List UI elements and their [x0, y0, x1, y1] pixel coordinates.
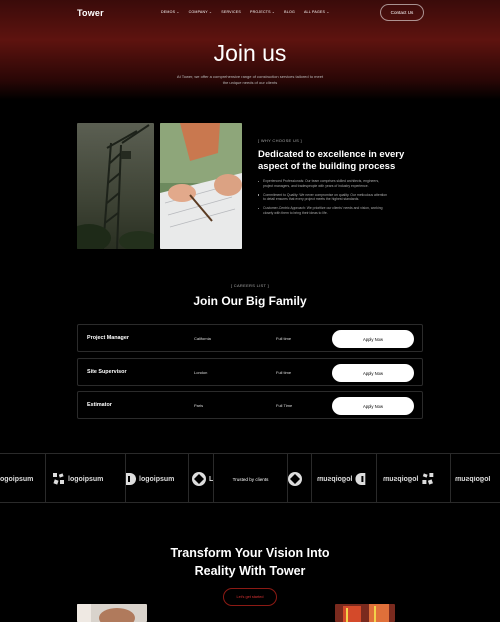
job-row-site-supervisor: Site Supervisor London Full time Apply N… [77, 358, 423, 386]
client-logo: L [192, 454, 213, 502]
get-started-button[interactable]: Let's get started [223, 588, 277, 606]
client-logo [288, 454, 302, 502]
d-shape-logo-icon [355, 473, 366, 485]
logo-wordmark: logoipsum [0, 475, 34, 483]
nav-item-demos[interactable]: DEMOS ⌄ [161, 10, 180, 14]
top-nav: Tower DEMOS ⌄ COMPANY ⌄ SERVICES PROJECT… [0, 0, 500, 26]
trusted-by-clients-badge: Trusted by clients [213, 454, 288, 502]
nav-item-services[interactable]: SERVICES [221, 10, 241, 14]
client-logo: logoipsum [317, 454, 366, 502]
client-logo: logoipsum [383, 454, 434, 502]
grid-logo-icon [422, 473, 434, 485]
cta-title: Transform Your Vision Into Reality With … [170, 546, 330, 578]
grid-logo-icon [53, 473, 64, 485]
divider [188, 454, 189, 502]
nav-item-all-pages[interactable]: ALL PAGES ⌄ [304, 10, 330, 14]
logo-wordmark: logoipsum [139, 475, 175, 483]
logo-wordmark: logoipsum [317, 475, 353, 483]
client-logo: logoipsum [455, 454, 491, 502]
job-title: Project Manager [87, 335, 129, 341]
logo-wordmark: logoipsum [383, 475, 419, 483]
divider [450, 454, 451, 502]
apply-now-button[interactable]: Apply Now [332, 397, 414, 415]
nav-item-blog[interactable]: BLOG [284, 10, 295, 14]
divider [45, 454, 46, 502]
nav-item-projects[interactable]: PROJECTS ⌄ [250, 10, 275, 14]
job-title: Site Supervisor [87, 369, 127, 375]
job-location: Paris [194, 403, 204, 408]
diamond-logo-icon [288, 472, 302, 486]
logo-wordmark: logoipsum [455, 475, 491, 483]
apply-now-button[interactable]: Apply Now [332, 364, 414, 382]
blueprint-photo [160, 123, 242, 249]
page-subtitle: At Tower, we offer a comprehensive range… [176, 74, 324, 85]
nav-item-company[interactable]: COMPANY ⌄ [189, 10, 213, 14]
client-logo-strip: logoipsum logoipsum logoipsum L Trusted … [0, 453, 500, 503]
client-logo: logoipsum [0, 454, 34, 502]
team-photo-left [77, 604, 147, 622]
job-type: Full Time [276, 403, 293, 408]
job-row-estimator: Estimator Paris Full Time Apply Now [77, 391, 423, 419]
job-location: California [194, 336, 211, 341]
client-logo: logoipsum [53, 454, 104, 502]
team-photo-right [335, 604, 395, 622]
job-location: London [194, 370, 208, 375]
d-shape-logo-icon [126, 473, 136, 485]
client-logo: logoipsum [126, 454, 175, 502]
crane-photo [77, 123, 154, 249]
careers-tag: [ CAREERS LIST ] [230, 283, 270, 288]
job-type: Full time [276, 370, 292, 375]
apply-now-button[interactable]: Apply Now [332, 330, 414, 348]
logo-wordmark: logoipsum [68, 475, 104, 483]
list-item: Commitment to Quality: We never compromi… [258, 193, 388, 202]
diamond-logo-icon [192, 472, 206, 486]
careers-title: Join Our Big Family [193, 294, 307, 308]
page-title: Join us [213, 40, 287, 66]
job-row-project-manager: Project Manager California Full time App… [77, 324, 423, 352]
job-title: Estimator [87, 402, 112, 408]
contact-us-button[interactable]: Contact Us [380, 4, 424, 21]
divider [376, 454, 377, 502]
main-menu: DEMOS ⌄ COMPANY ⌄ SERVICES PROJECTS ⌄ BL… [161, 10, 330, 14]
why-choose-us-title: Dedicated to excellence in every aspect … [258, 149, 405, 172]
brand-logo[interactable]: Tower [77, 8, 104, 18]
list-item: Customer-Centric Approach: We prioritize… [258, 206, 388, 215]
job-type: Full time [276, 336, 292, 341]
list-item: Experienced Professionals: Our team comp… [258, 179, 388, 188]
divider [311, 454, 312, 502]
why-choose-us-list: Experienced Professionals: Our team comp… [258, 179, 388, 220]
why-choose-us-tag: [ WHY CHOOSE US ] [258, 138, 302, 143]
